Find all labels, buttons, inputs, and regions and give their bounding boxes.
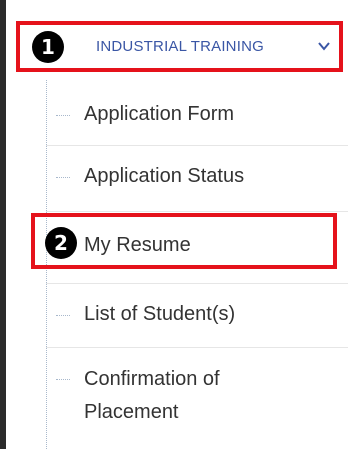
menu-header-industrial-training[interactable]: 1 INDUSTRIAL TRAINING xyxy=(16,21,343,72)
menu-item-application-form[interactable]: Application Form xyxy=(46,84,348,146)
step-badge-2: 2 xyxy=(45,227,77,259)
menu-item-label: Application Form xyxy=(84,103,235,125)
tree-branch xyxy=(56,315,70,316)
tree-branch xyxy=(56,177,70,178)
menu-item-label: List of Student(s) xyxy=(84,303,236,325)
chevron-down-icon[interactable] xyxy=(317,39,331,53)
menu-item-list-of-students[interactable]: List of Student(s) xyxy=(46,284,348,348)
menu-header-label: INDUSTRIAL TRAINING xyxy=(96,38,264,55)
step-badge-1: 1 xyxy=(32,31,64,63)
tree-branch xyxy=(56,379,70,380)
sidebar-edge xyxy=(0,0,6,449)
menu-item-application-status[interactable]: Application Status xyxy=(46,146,348,212)
menu-item-label: Application Status xyxy=(84,165,245,187)
menu-item-confirmation-of-placement[interactable]: Confirmation of Placement xyxy=(46,348,348,440)
tree-branch xyxy=(56,115,70,116)
menu-item-label: Confirmation of Placement xyxy=(84,368,220,423)
